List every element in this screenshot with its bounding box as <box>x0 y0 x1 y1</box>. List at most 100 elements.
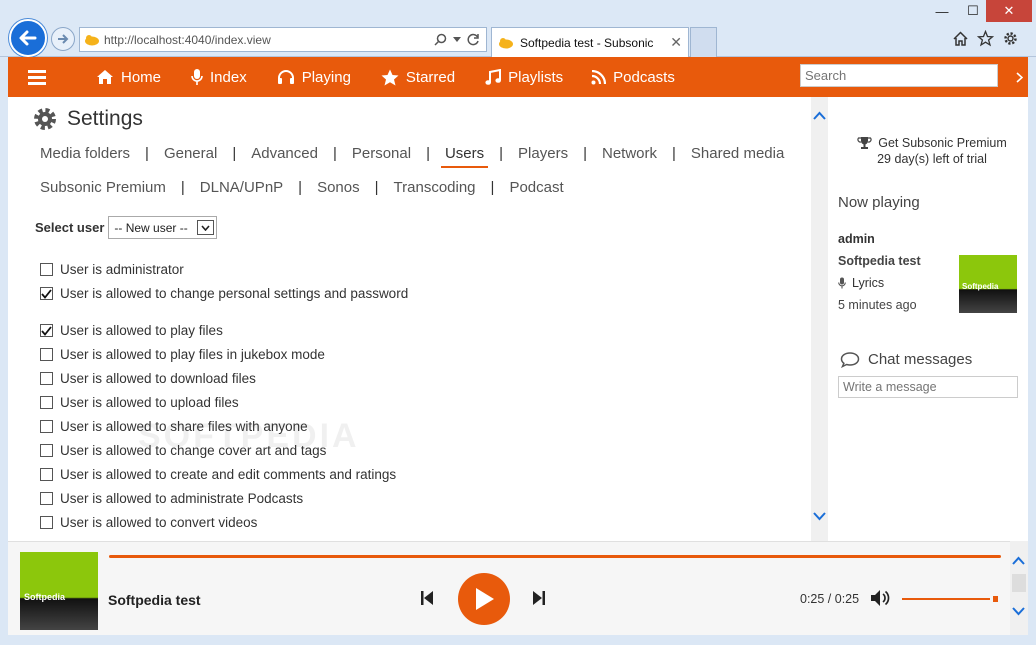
premium-line2: 29 day(s) left of trial <box>877 152 987 166</box>
tab-media-folders[interactable]: Media folders <box>40 145 130 162</box>
tab-dlna-upnp[interactable]: DLNA/UPnP <box>200 179 283 196</box>
play-button[interactable] <box>458 573 510 625</box>
permission-label: User is allowed to share files with anyo… <box>60 419 308 434</box>
tab-podcast[interactable]: Podcast <box>509 179 563 196</box>
settings-tabs-row2: Subsonic Premium | DLNA/UPnP | Sonos | Tran… <box>40 179 564 196</box>
play-icon <box>476 588 494 610</box>
arrow-right-icon <box>58 34 69 44</box>
tab-advanced[interactable]: Advanced <box>251 145 318 162</box>
tab-general[interactable]: General <box>164 145 217 162</box>
player-scrollbar[interactable] <box>1010 541 1028 635</box>
minimize-button[interactable]: — <box>926 0 958 22</box>
volume-button[interactable] <box>870 589 890 610</box>
nav-starred[interactable]: Starred <box>381 57 455 97</box>
search-icon[interactable] <box>434 33 447 46</box>
playback-progress-bar[interactable] <box>109 555 1001 558</box>
player-bar: Softpedia Softpedia test 0:25 / 0:25 <box>8 541 1010 635</box>
permission-checkbox[interactable] <box>40 444 53 457</box>
gear-icon <box>34 108 56 130</box>
right-sidebar: Get Subsonic Premium 29 day(s) left of t… <box>828 97 1028 541</box>
site-favicon-icon <box>85 35 99 46</box>
select-user-row: Select user -- New user -- <box>35 216 218 239</box>
permission-checkbox[interactable] <box>40 492 53 505</box>
volume-slider-handle[interactable] <box>993 596 998 602</box>
topbar-scrollbar[interactable] <box>1010 57 1028 97</box>
volume-slider[interactable] <box>902 598 990 600</box>
chevron-down-icon[interactable] <box>813 512 826 521</box>
select-user-dropdown[interactable]: -- New user -- <box>108 216 218 239</box>
back-button[interactable] <box>9 19 47 57</box>
scrollbar-thumb[interactable] <box>1012 574 1026 592</box>
settings-tabs-row1: Media folders | General | Advanced | Person… <box>40 145 785 168</box>
nav-index[interactable]: Index <box>191 57 247 97</box>
search-input[interactable] <box>800 64 998 87</box>
player-song-title: Softpedia test <box>108 592 201 608</box>
now-playing-lyrics-link[interactable]: Lyrics <box>838 276 884 290</box>
browser-tab[interactable]: Softpedia test - Subsonic ✕ <box>491 27 689 57</box>
microphone-icon <box>838 277 846 289</box>
main-scrollbar[interactable] <box>811 97 828 541</box>
gear-icon[interactable] <box>1002 30 1019 47</box>
address-bar[interactable]: http://localhost:4040/index.view <box>79 27 487 52</box>
permission-checkbox[interactable] <box>40 420 53 433</box>
microphone-icon <box>191 69 203 85</box>
permission-row: User is allowed to share files with anyo… <box>40 419 308 434</box>
cover-label: Softpedia <box>962 282 999 291</box>
permission-label: User is allowed to download files <box>60 371 256 386</box>
permission-row: User is allowed to play files in jukebox… <box>40 347 325 362</box>
permission-label: User is allowed to play files <box>60 323 223 338</box>
permission-checkbox[interactable] <box>40 468 53 481</box>
tab-network[interactable]: Network <box>602 145 657 162</box>
chevron-down-icon[interactable] <box>1012 607 1025 616</box>
nav-podcasts[interactable]: Podcasts <box>591 57 675 97</box>
now-playing-cover-art[interactable]: Softpedia <box>959 255 1017 313</box>
premium-promo[interactable]: Get Subsonic Premium 29 day(s) left of t… <box>852 135 1012 167</box>
menu-button[interactable] <box>8 57 66 97</box>
chevron-up-icon[interactable] <box>1012 556 1025 565</box>
permission-checkbox[interactable] <box>40 516 53 529</box>
page-title-text: Settings <box>67 107 143 130</box>
tab-shared-media[interactable]: Shared media <box>691 145 784 162</box>
permission-checkbox[interactable] <box>40 348 53 361</box>
tab-sonos[interactable]: Sonos <box>317 179 360 196</box>
nav-playlists[interactable]: Playlists <box>485 57 563 97</box>
home-icon[interactable] <box>952 30 969 47</box>
permission-checkbox[interactable] <box>40 263 53 276</box>
permission-checkbox[interactable] <box>40 372 53 385</box>
tab-subsonic-premium[interactable]: Subsonic Premium <box>40 179 166 196</box>
nav-home[interactable]: Home <box>96 57 161 97</box>
permission-checkbox[interactable] <box>40 287 53 300</box>
settings-main-panel: Settings Media folders | General | Advance… <box>8 97 811 541</box>
new-tab-button[interactable] <box>690 27 717 57</box>
tab-favicon-icon <box>499 37 513 48</box>
permission-checkbox[interactable] <box>40 396 53 409</box>
chat-message-input[interactable] <box>838 376 1018 398</box>
close-window-button[interactable]: ✕ <box>986 0 1032 22</box>
chevron-down-icon[interactable] <box>453 36 461 43</box>
skip-forward-icon <box>533 591 545 605</box>
nav-playing[interactable]: Playing <box>277 57 351 97</box>
previous-button[interactable] <box>420 590 434 609</box>
nav-index-label: Index <box>210 68 247 86</box>
tab-users[interactable]: Users <box>440 145 489 168</box>
hamburger-icon <box>28 69 46 85</box>
favorites-star-icon[interactable] <box>977 30 994 47</box>
select-user-label: Select user <box>35 220 105 235</box>
tab-close-button[interactable]: ✕ <box>670 34 682 51</box>
player-cover-art[interactable]: Softpedia <box>20 552 98 630</box>
tab-personal[interactable]: Personal <box>352 145 411 162</box>
permission-checkbox[interactable] <box>40 324 53 337</box>
refresh-icon[interactable] <box>467 33 480 46</box>
permission-label: User is allowed to upload files <box>60 395 239 410</box>
chevron-up-icon[interactable] <box>813 111 826 120</box>
tab-players[interactable]: Players <box>518 145 568 162</box>
forward-button[interactable] <box>51 27 75 51</box>
maximize-button[interactable]: ☐ <box>958 0 988 22</box>
playback-time: 0:25 / 0:25 <box>800 592 860 606</box>
now-playing-song[interactable]: Softpedia test <box>838 254 921 268</box>
trophy-icon <box>857 137 872 149</box>
tab-transcoding[interactable]: Transcoding <box>394 179 476 196</box>
next-button[interactable] <box>532 590 546 609</box>
player-cover-label: Softpedia <box>24 592 66 602</box>
permission-row: User is allowed to upload files <box>40 395 239 410</box>
